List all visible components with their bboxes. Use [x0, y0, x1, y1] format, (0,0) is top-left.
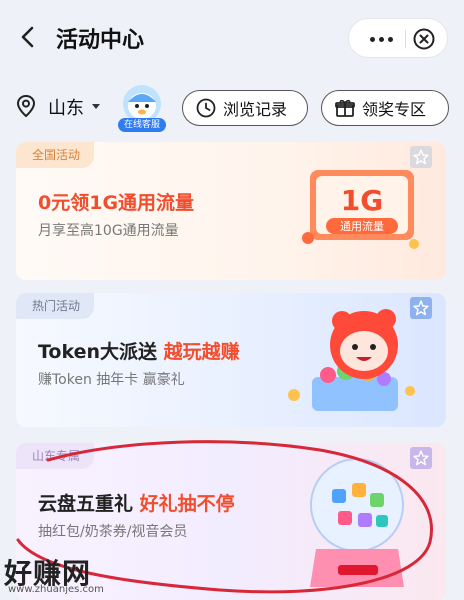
service-label: 在线客服: [118, 118, 166, 132]
mini-program-capsule: [348, 18, 448, 58]
chevron-left-icon[interactable]: [12, 20, 46, 54]
top-bar: 活动中心: [0, 0, 464, 76]
star-icon[interactable]: [410, 146, 432, 168]
browse-history-button[interactable]: 浏览记录: [182, 90, 308, 126]
more-dots-icon[interactable]: [363, 25, 399, 53]
card-title: Token大派送 越玩越赚: [38, 337, 240, 364]
card-subtitle: 抽红包/奶茶券/视音会员: [38, 524, 188, 540]
gift-icon: [335, 99, 355, 117]
traffic-badge-small: 通用流量: [340, 219, 384, 233]
clock-icon: [196, 98, 216, 118]
page-title: 活动中心: [56, 28, 145, 53]
location-selector[interactable]: 山东: [48, 94, 84, 120]
capsule-machine-illustration: [302, 453, 412, 593]
location-bar: 山东 在线客服 浏览记录 领奖专区: [0, 80, 464, 136]
card-subtitle: 月享至高10G通用流量: [38, 223, 179, 239]
online-service-button[interactable]: 在线客服: [118, 84, 166, 132]
card-title: 0元领1G通用流量: [38, 192, 195, 214]
site-watermark-url: www.zhuanjes.com: [8, 584, 104, 595]
close-circle-icon[interactable]: [411, 26, 437, 52]
location-pin-icon[interactable]: [16, 94, 36, 118]
traffic-badge-big: 1G: [341, 184, 383, 217]
card-subtitle: 赚Token 抽年卡 赢豪礼: [38, 372, 185, 388]
red-mascot-illustration: [272, 299, 422, 419]
card-title-highlight: 好礼抽不停: [139, 493, 235, 515]
prize-zone-label: 领奖专区: [362, 100, 427, 119]
card-tag: 热门活动: [16, 293, 95, 319]
card-title-main: Token大派送: [38, 341, 158, 363]
capsule-divider: [405, 30, 406, 48]
card-tag: 全国活动: [16, 142, 95, 168]
card-title: 云盘五重礼 好礼抽不停: [38, 489, 235, 516]
card-title-highlight: 越玩越赚: [163, 341, 240, 363]
prize-zone-button[interactable]: 领奖专区: [321, 90, 449, 126]
star-icon[interactable]: [410, 447, 432, 469]
traffic-ticket-illustration: 1G 通用流量: [302, 166, 420, 250]
browse-history-label: 浏览记录: [223, 100, 288, 119]
card-title-main: 云盘五重礼: [38, 493, 134, 515]
activity-card-token[interactable]: 热门活动 Token大派送 越玩越赚 赚Token 抽年卡 赢豪礼: [16, 293, 446, 427]
activity-card-traffic[interactable]: 全国活动 0元领1G通用流量 月享至高10G通用流量 1G 通用流量: [16, 142, 446, 280]
caret-down-icon[interactable]: [92, 104, 100, 109]
card-tag: 山东专属: [16, 443, 95, 469]
